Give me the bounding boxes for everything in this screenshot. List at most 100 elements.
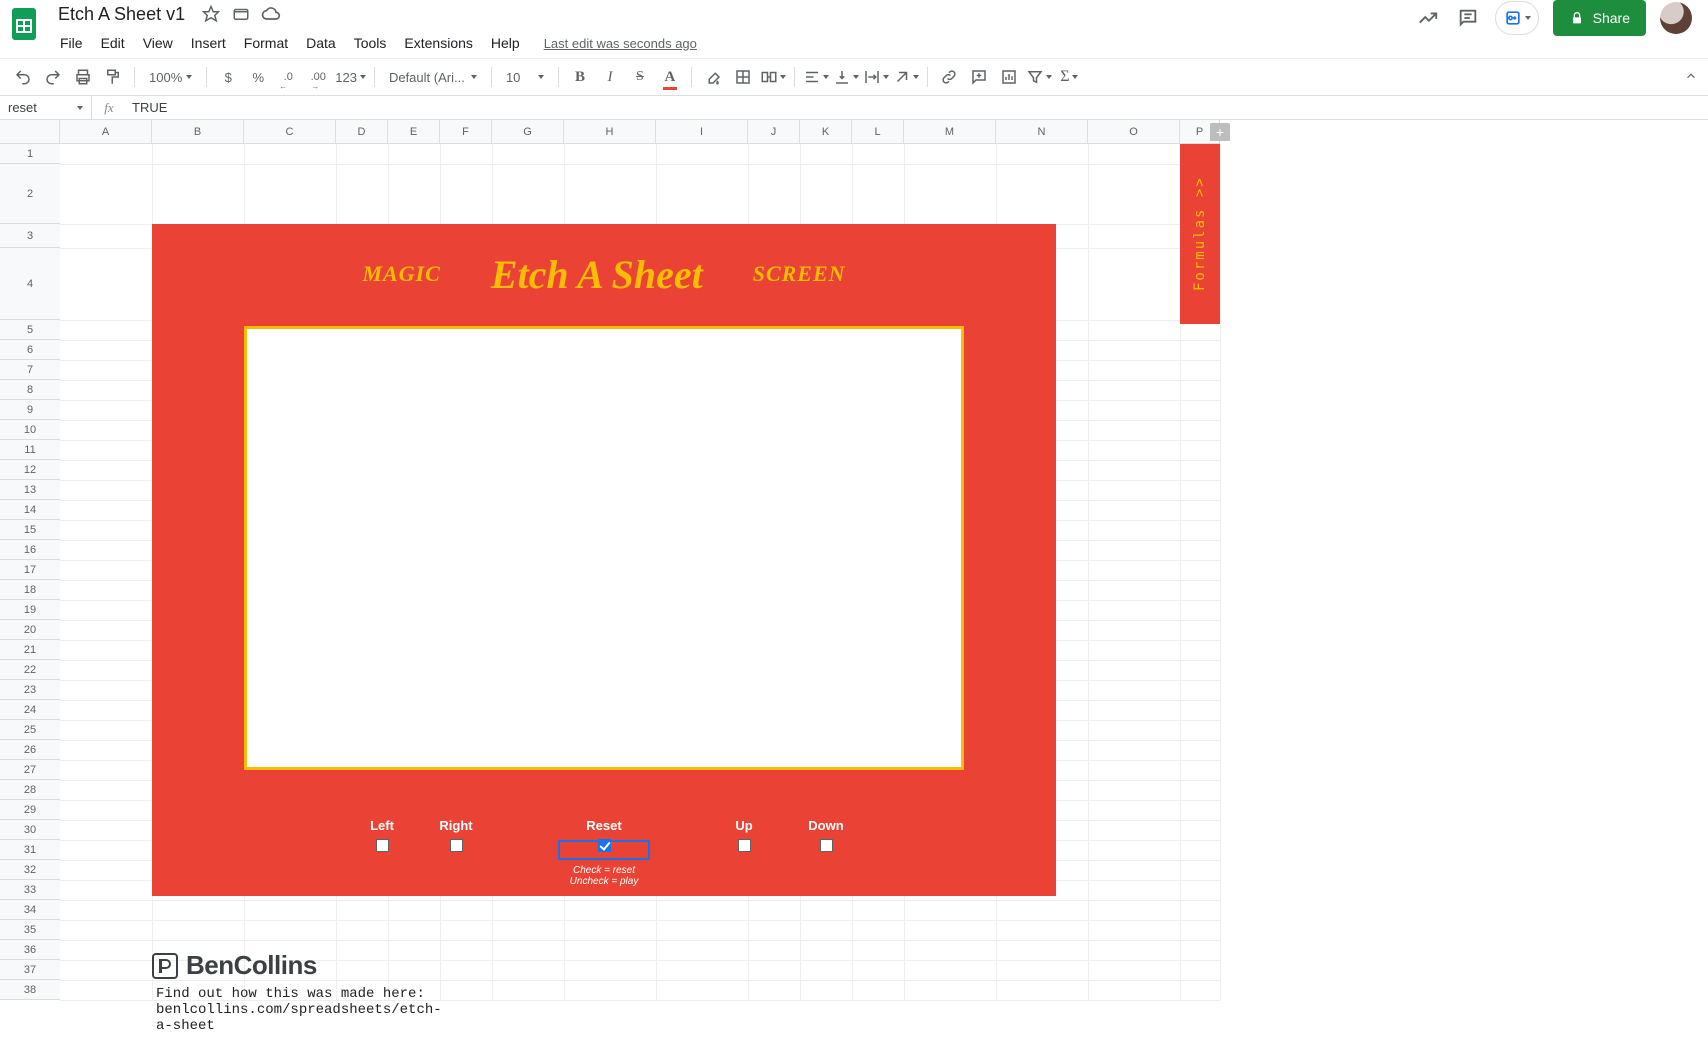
merge-button[interactable] [760, 64, 786, 90]
row-header[interactable]: 12 [0, 460, 60, 480]
wrap-button[interactable] [863, 64, 889, 90]
column-header[interactable]: M [904, 120, 996, 144]
move-icon[interactable] [231, 4, 251, 24]
row-header[interactable]: 3 [0, 224, 60, 248]
v-align-button[interactable] [833, 64, 859, 90]
insert-chart-button[interactable] [996, 64, 1022, 90]
row-header[interactable]: 13 [0, 480, 60, 500]
spreadsheet-grid[interactable]: ABCDEFGHIJKLMNOP 12345678910111213141516… [0, 120, 1708, 1052]
column-header[interactable]: J [748, 120, 800, 144]
row-header[interactable]: 24 [0, 700, 60, 720]
row-header[interactable]: 26 [0, 740, 60, 760]
presence-button[interactable] [1495, 1, 1539, 35]
column-header[interactable]: N [996, 120, 1088, 144]
menu-insert[interactable]: Insert [183, 31, 234, 55]
bold-button[interactable]: B [567, 64, 593, 90]
paint-format-button[interactable] [100, 64, 126, 90]
account-avatar[interactable] [1660, 2, 1692, 34]
control-up-checkbox[interactable] [738, 839, 751, 852]
comments-icon[interactable] [1455, 5, 1481, 31]
menu-help[interactable]: Help [483, 31, 528, 55]
control-left-checkbox[interactable] [376, 839, 389, 852]
row-header[interactable]: 9 [0, 400, 60, 420]
fill-color-button[interactable] [700, 64, 726, 90]
row-header[interactable]: 15 [0, 520, 60, 540]
row-header[interactable]: 14 [0, 500, 60, 520]
functions-button[interactable]: Σ [1056, 64, 1082, 90]
row-header[interactable]: 23 [0, 680, 60, 700]
insert-link-button[interactable] [936, 64, 962, 90]
menu-tools[interactable]: Tools [346, 31, 395, 55]
row-header[interactable]: 7 [0, 360, 60, 380]
last-edit-link[interactable]: Last edit was seconds ago [536, 32, 705, 55]
select-all-corner[interactable] [0, 120, 60, 144]
column-header[interactable]: H [564, 120, 656, 144]
font-dropdown[interactable]: Default (Ari... [383, 70, 483, 85]
column-header[interactable]: D [336, 120, 388, 144]
row-header[interactable]: 28 [0, 780, 60, 800]
row-header[interactable]: 34 [0, 900, 60, 920]
row-header[interactable]: 20 [0, 620, 60, 640]
row-header[interactable]: 25 [0, 720, 60, 740]
row-header[interactable]: 29 [0, 800, 60, 820]
column-header[interactable]: B [152, 120, 244, 144]
doc-title[interactable]: Etch A Sheet v1 [52, 2, 191, 27]
column-header[interactable]: A [60, 120, 152, 144]
control-reset-checkbox[interactable] [598, 839, 611, 852]
row-header[interactable]: 8 [0, 380, 60, 400]
row-header[interactable]: 10 [0, 420, 60, 440]
row-header[interactable]: 27 [0, 760, 60, 780]
column-header[interactable]: C [244, 120, 336, 144]
h-align-button[interactable] [803, 64, 829, 90]
format-currency-button[interactable]: $ [215, 64, 241, 90]
decrease-decimal-button[interactable]: .0← [275, 64, 301, 90]
activity-icon[interactable] [1415, 5, 1441, 31]
menu-file[interactable]: File [52, 31, 91, 55]
formula-input[interactable]: TRUE [126, 100, 1708, 115]
row-header[interactable]: 31 [0, 840, 60, 860]
sheets-logo[interactable] [4, 4, 44, 44]
menu-extensions[interactable]: Extensions [396, 31, 480, 55]
column-header[interactable]: G [492, 120, 564, 144]
row-header[interactable]: 5 [0, 320, 60, 340]
print-button[interactable] [70, 64, 96, 90]
cloud-icon[interactable] [261, 4, 281, 24]
rotate-text-button[interactable] [893, 64, 919, 90]
row-header[interactable]: 18 [0, 580, 60, 600]
column-header[interactable]: L [852, 120, 904, 144]
formulas-tab[interactable]: Formulas >> [1180, 144, 1220, 324]
row-header[interactable]: 6 [0, 340, 60, 360]
undo-button[interactable] [10, 64, 36, 90]
insert-comment-button[interactable] [966, 64, 992, 90]
add-column-button[interactable]: + [1210, 123, 1230, 141]
collapse-toolbar-button[interactable] [1684, 69, 1698, 88]
filter-button[interactable] [1026, 64, 1052, 90]
row-header[interactable]: 17 [0, 560, 60, 580]
row-header[interactable]: 22 [0, 660, 60, 680]
more-formats-dropdown[interactable]: 123 [335, 64, 366, 90]
redo-button[interactable] [40, 64, 66, 90]
row-header[interactable]: 33 [0, 880, 60, 900]
row-header[interactable]: 21 [0, 640, 60, 660]
row-header[interactable]: 38 [0, 980, 60, 1000]
menu-view[interactable]: View [135, 31, 181, 55]
format-percent-button[interactable]: % [245, 64, 271, 90]
share-button[interactable]: Share [1553, 0, 1646, 36]
row-header[interactable]: 16 [0, 540, 60, 560]
increase-decimal-button[interactable]: .00→ [305, 64, 331, 90]
row-header[interactable]: 19 [0, 600, 60, 620]
row-header[interactable]: 30 [0, 820, 60, 840]
control-down-checkbox[interactable] [820, 839, 833, 852]
menu-format[interactable]: Format [236, 31, 296, 55]
row-header[interactable]: 37 [0, 960, 60, 980]
menu-edit[interactable]: Edit [93, 31, 133, 55]
row-header[interactable]: 11 [0, 440, 60, 460]
row-header[interactable]: 36 [0, 940, 60, 960]
column-header[interactable]: F [440, 120, 492, 144]
font-size-dropdown[interactable]: 10 [500, 70, 550, 85]
row-header[interactable]: 1 [0, 144, 60, 164]
zoom-dropdown[interactable]: 100% [143, 70, 198, 85]
row-header[interactable]: 2 [0, 164, 60, 224]
row-header[interactable]: 4 [0, 248, 60, 320]
strikethrough-button[interactable]: S [627, 64, 653, 90]
